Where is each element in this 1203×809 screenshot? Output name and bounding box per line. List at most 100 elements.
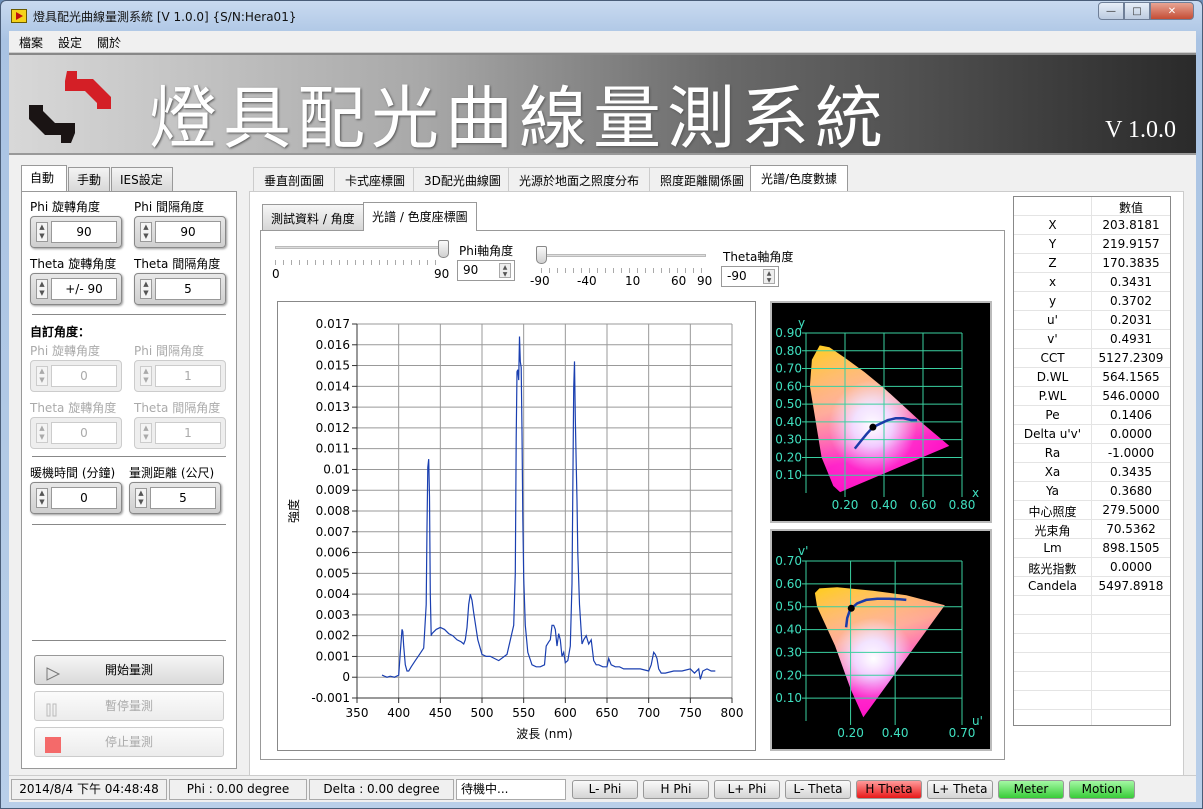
table-row: X 203.8181 <box>1014 216 1170 235</box>
theta-slider-thumb[interactable] <box>536 246 547 264</box>
y-tick-label: 0.004 <box>316 587 350 601</box>
spinner-icon[interactable]: ▲ ▼ <box>36 222 48 242</box>
table-row: Xa 0.3435 <box>1014 463 1170 482</box>
spinner-icon[interactable]: ▲ ▼ <box>140 366 152 386</box>
spinner-icon[interactable]: ▲ ▼ <box>140 222 152 242</box>
table-row <box>1014 672 1170 691</box>
phi-interval-input[interactable]: ▲ ▼ 90 <box>134 216 226 248</box>
tab-illuminance-distance[interactable]: 照度距離關係圖 <box>649 167 756 191</box>
x-tick-label: 550 <box>512 706 535 720</box>
y-tick-label: 0.30 <box>775 645 802 659</box>
y-tick-label: 0.30 <box>775 433 802 447</box>
y-axis-label: 強度 <box>286 499 301 523</box>
tab-cartesian[interactable]: 卡式座標圖 <box>334 167 417 191</box>
y-tick-label: 0.70 <box>775 362 802 376</box>
theta-angle-input[interactable]: -90 ▲ ▼ <box>721 266 779 287</box>
x-tick-label: 600 <box>554 706 577 720</box>
banner-title: 燈具配光曲線量測系統 <box>149 80 890 159</box>
custom-theta-interval-input[interactable]: ▲ ▼ 1 <box>134 417 226 449</box>
x-tick-label: 650 <box>596 706 619 720</box>
spectrum-chart-svg: 350 400 450 500 550 600 650 700 750 800 -0.001 0 0.0… <box>286 317 743 741</box>
tab-vertical-profile[interactable]: 垂直剖面圖 <box>253 167 336 191</box>
phi-slider[interactable] <box>275 246 443 249</box>
tab-ground-illuminance[interactable]: 光源於地面之照度分布 <box>508 167 651 191</box>
minimize-button[interactable]: — <box>1098 2 1124 20</box>
table-row: Z 170.3835 <box>1014 254 1170 273</box>
tab-3d-curve[interactable]: 3D配光曲線圖 <box>413 167 512 191</box>
table-row: 眩光指數 0.0000 <box>1014 558 1170 577</box>
start-measure-button[interactable]: 開始量測 <box>34 655 224 685</box>
divider <box>32 456 226 457</box>
spinner-icon[interactable]: ▲ ▼ <box>36 423 48 443</box>
table-row: D.WL 564.1565 <box>1014 368 1170 387</box>
close-button[interactable]: ✕ <box>1150 2 1194 20</box>
theta-interval-input[interactable]: ▲ ▼ 5 <box>134 273 226 305</box>
spinner-icon[interactable]: ▲ ▼ <box>36 366 48 386</box>
table-header: 數值 <box>1014 197 1170 216</box>
phi-rotation-input[interactable]: ▲ ▼ 90 <box>30 216 122 248</box>
row-value: 0.0000 <box>1110 560 1152 574</box>
theta-slider[interactable] <box>541 254 706 257</box>
y-tick-label: 0.008 <box>316 504 350 518</box>
menu-file[interactable]: 檔案 <box>19 34 43 51</box>
spinner-icon[interactable]: ▲ ▼ <box>140 423 152 443</box>
row-key: x <box>1048 275 1057 289</box>
phi-rotation-label: Phi 旋轉角度 <box>30 200 100 214</box>
pause-measure-button[interactable]: 暫停量測 <box>34 691 224 721</box>
y-tick-label: 0.005 <box>316 566 350 580</box>
divider <box>32 640 226 641</box>
row-key: v' <box>1047 332 1058 346</box>
x-tick-label: 0.40 <box>871 498 898 512</box>
spinner-icon[interactable]: ▲ ▼ <box>140 279 152 299</box>
y-tick-label: 0.50 <box>775 397 802 411</box>
maximize-button[interactable]: □ <box>1124 2 1150 20</box>
theta-rotation-input[interactable]: ▲ ▼ +/- 90 <box>30 273 122 305</box>
subtab-spectrum-chroma[interactable]: 光譜 / 色度座標圖 <box>363 202 477 231</box>
spectrum-chart: 350 400 450 500 550 600 650 700 750 800 -0.001 0 0.0… <box>277 301 756 751</box>
spinner-icon[interactable]: ▲ ▼ <box>763 269 775 284</box>
chromaticity-point <box>847 604 855 612</box>
row-key: X <box>1048 218 1057 232</box>
banner-version: V 1.0.0 <box>1105 117 1176 143</box>
phi-angle-input[interactable]: 90 ▲ ▼ <box>457 260 515 281</box>
custom-theta-rotation-input[interactable]: ▲ ▼ 0 <box>30 417 122 449</box>
warmup-input[interactable]: ▲ ▼ 0 <box>30 482 122 514</box>
pause-icon <box>45 699 61 727</box>
tab-ies-settings[interactable]: IES設定 <box>111 167 173 191</box>
y-tick-label: 0.20 <box>775 668 802 682</box>
theta-slider-ticks <box>541 268 706 273</box>
table-row: x 0.3431 <box>1014 273 1170 292</box>
y-tick-label: 0.016 <box>316 338 350 352</box>
tab-spectrum-chroma-data[interactable]: 光譜/色度數據 <box>750 165 849 193</box>
stop-measure-button[interactable]: 停止量測 <box>34 727 224 757</box>
status-state: 待機中... <box>456 779 566 800</box>
spinner-icon[interactable]: ▲ ▼ <box>135 488 147 508</box>
phi-slider-thumb[interactable] <box>438 240 449 258</box>
x-tick-label: 0.70 <box>949 726 976 740</box>
distance-input[interactable]: ▲ ▼ 5 <box>129 482 221 514</box>
menu-about[interactable]: 關於 <box>97 34 121 51</box>
tab-auto[interactable]: 自動 <box>21 165 67 191</box>
row-value: 5497.8918 <box>1098 579 1164 593</box>
custom-phi-rotation-input[interactable]: ▲ ▼ 0 <box>30 360 122 392</box>
spinner-icon[interactable]: ▲ ▼ <box>36 488 48 508</box>
custom-phi-interval-input[interactable]: ▲ ▼ 1 <box>134 360 226 392</box>
menu-settings[interactable]: 設定 <box>58 34 82 51</box>
subtab-test-data-angle[interactable]: 測試資料 / 角度 <box>262 204 364 230</box>
row-key: Ra <box>1044 446 1061 460</box>
tab-manual[interactable]: 手動 <box>68 167 110 191</box>
spinner-icon[interactable]: ▲ ▼ <box>499 263 511 278</box>
x-tick-label: 450 <box>429 706 452 720</box>
y-tick-label: 0.10 <box>775 468 802 482</box>
spinner-icon[interactable]: ▲ ▼ <box>36 279 48 299</box>
custom-theta-interval-label: Theta 間隔角度 <box>134 401 221 415</box>
menu-bar: 檔案 設定 關於 <box>9 31 1196 53</box>
y-tick-label: 0.006 <box>316 546 350 560</box>
row-value: 0.4931 <box>1110 332 1152 346</box>
y-tick-label: 0.011 <box>316 442 350 456</box>
indicator-h-phi: H Phi <box>643 780 709 799</box>
indicator-l+-phi: L+ Phi <box>714 780 780 799</box>
row-value: 5127.2309 <box>1098 351 1164 365</box>
table-row <box>1014 596 1170 615</box>
row-key: y <box>1048 294 1057 308</box>
